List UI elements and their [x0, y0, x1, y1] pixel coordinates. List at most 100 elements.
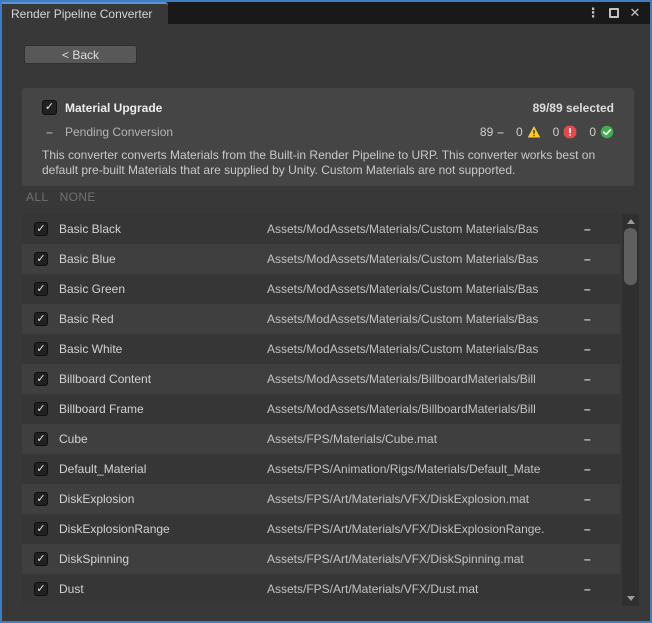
material-path: Assets/FPS/Animation/Rigs/Materials/Defa…: [267, 462, 580, 476]
table-row[interactable]: ✓ Basic Green Assets/ModAssets/Materials…: [22, 274, 620, 304]
checkmark-icon: ✓: [45, 102, 54, 113]
material-name: Basic White: [59, 342, 267, 356]
row-status-dash-icon: –: [580, 552, 610, 566]
table-row[interactable]: ✓ Basic Black Assets/ModAssets/Materials…: [22, 214, 620, 244]
converter-card: ✓ Material Upgrade 89/89 selected – Pend…: [22, 88, 634, 186]
row-status-dash-icon: –: [580, 582, 610, 596]
materials-list: ✓ Basic Black Assets/ModAssets/Materials…: [22, 214, 620, 604]
error-count: 0: [553, 125, 560, 139]
row-checkbox[interactable]: ✓: [34, 252, 48, 266]
error-count-group: 0: [553, 125, 578, 139]
checkmark-icon: ✓: [36, 344, 45, 355]
row-status-dash-icon: –: [580, 432, 610, 446]
pending-dash-icon: –: [497, 125, 504, 139]
row-checkbox[interactable]: ✓: [34, 462, 48, 476]
select-all-button[interactable]: ALL: [26, 190, 49, 204]
table-row[interactable]: ✓ Default_Material Assets/FPS/Animation/…: [22, 454, 620, 484]
material-name: Billboard Content: [59, 372, 267, 386]
row-status-dash-icon: –: [580, 222, 610, 236]
converter-description: This converter converts Materials from t…: [42, 148, 614, 178]
success-icon: [600, 125, 614, 139]
checkmark-icon: ✓: [36, 464, 45, 475]
window-menu-icon[interactable]: ⋮: [586, 5, 600, 21]
pending-count: 89: [480, 125, 493, 139]
table-row[interactable]: ✓ Billboard Content Assets/ModAssets/Mat…: [22, 364, 620, 394]
scrollbar[interactable]: [622, 214, 639, 606]
pending-status: 89 – 0 0: [480, 125, 614, 139]
back-button[interactable]: < Back: [24, 45, 137, 64]
scroll-up-icon[interactable]: [627, 219, 635, 224]
table-row[interactable]: ✓ Billboard Frame Assets/ModAssets/Mater…: [22, 394, 620, 424]
window-content: < Back ✓ Material Upgrade 89/89 selected…: [2, 24, 650, 621]
material-name: Basic Red: [59, 312, 267, 326]
row-checkbox[interactable]: ✓: [34, 372, 48, 386]
table-row[interactable]: ✓ Cube Assets/FPS/Materials/Cube.mat –: [22, 424, 620, 454]
row-status-dash-icon: –: [580, 402, 610, 416]
table-row[interactable]: ✓ DiskExplosionRange Assets/FPS/Art/Mate…: [22, 514, 620, 544]
close-icon[interactable]: ✕: [628, 5, 642, 21]
material-name: Cube: [59, 432, 267, 446]
titlebar: Render Pipeline Converter ⋮ ✕: [2, 2, 650, 24]
scrollbar-thumb[interactable]: [624, 228, 637, 285]
row-status-dash-icon: –: [580, 462, 610, 476]
table-row[interactable]: ✓ Basic Blue Assets/ModAssets/Materials/…: [22, 244, 620, 274]
material-path: Assets/ModAssets/Materials/Custom Materi…: [267, 222, 580, 236]
converter-header-row: ✓ Material Upgrade 89/89 selected: [42, 97, 614, 118]
row-checkbox[interactable]: ✓: [34, 522, 48, 536]
material-name: Dust: [59, 582, 267, 596]
material-name: Basic Blue: [59, 252, 267, 266]
material-name: Billboard Frame: [59, 402, 267, 416]
row-status-dash-icon: –: [580, 282, 610, 296]
checkmark-icon: ✓: [36, 404, 45, 415]
tab-render-pipeline-converter[interactable]: Render Pipeline Converter: [2, 2, 168, 24]
row-checkbox[interactable]: ✓: [34, 492, 48, 506]
list-selection-header: ALL NONE: [26, 190, 96, 204]
checkmark-icon: ✓: [36, 434, 45, 445]
checkmark-icon: ✓: [36, 374, 45, 385]
checkmark-icon: ✓: [36, 284, 45, 295]
converter-title: Material Upgrade: [65, 101, 162, 115]
material-name: Default_Material: [59, 462, 267, 476]
material-path: Assets/ModAssets/Materials/BillboardMate…: [267, 402, 580, 416]
material-upgrade-checkbox[interactable]: ✓: [42, 100, 57, 115]
material-name: DiskExplosion: [59, 492, 267, 506]
window-controls: ⋮ ✕: [586, 2, 650, 24]
row-checkbox[interactable]: ✓: [34, 312, 48, 326]
checkmark-icon: ✓: [36, 584, 45, 595]
select-none-button[interactable]: NONE: [60, 190, 96, 204]
scroll-down-icon[interactable]: [627, 596, 635, 601]
row-checkbox[interactable]: ✓: [34, 342, 48, 356]
maximize-box-icon: [609, 8, 619, 18]
checkmark-icon: ✓: [36, 314, 45, 325]
success-count-group: 0: [589, 125, 614, 139]
table-row[interactable]: ✓ DiskExplosion Assets/FPS/Art/Materials…: [22, 484, 620, 514]
row-checkbox[interactable]: ✓: [34, 402, 48, 416]
table-row[interactable]: ✓ Dust Assets/FPS/Art/Materials/VFX/Dust…: [22, 574, 620, 604]
material-path: Assets/FPS/Art/Materials/VFX/DiskExplosi…: [267, 492, 580, 506]
checkmark-icon: ✓: [36, 554, 45, 565]
maximize-icon[interactable]: [607, 5, 621, 21]
row-status-dash-icon: –: [580, 492, 610, 506]
table-row[interactable]: ✓ Basic White Assets/ModAssets/Materials…: [22, 334, 620, 364]
pending-count-group: 89 –: [480, 125, 504, 139]
row-checkbox[interactable]: ✓: [34, 282, 48, 296]
row-checkbox[interactable]: ✓: [34, 552, 48, 566]
error-icon: [563, 125, 577, 139]
row-status-dash-icon: –: [580, 372, 610, 386]
warning-count-group: 0: [516, 125, 541, 139]
checkmark-icon: ✓: [36, 524, 45, 535]
row-status-dash-icon: –: [580, 522, 610, 536]
collapse-dash-icon[interactable]: –: [42, 125, 57, 139]
row-checkbox[interactable]: ✓: [34, 432, 48, 446]
row-status-dash-icon: –: [580, 342, 610, 356]
material-path: Assets/ModAssets/Materials/Custom Materi…: [267, 252, 580, 266]
material-name: Basic Black: [59, 222, 267, 236]
table-row[interactable]: ✓ Basic Red Assets/ModAssets/Materials/C…: [22, 304, 620, 334]
row-checkbox[interactable]: ✓: [34, 582, 48, 596]
render-pipeline-converter-window: Render Pipeline Converter ⋮ ✕ < Back ✓ M…: [0, 0, 652, 623]
material-path: Assets/ModAssets/Materials/Custom Materi…: [267, 312, 580, 326]
selected-count: 89/89 selected: [533, 101, 614, 115]
window-title: Render Pipeline Converter: [11, 7, 152, 21]
table-row[interactable]: ✓ DiskSpinning Assets/FPS/Art/Materials/…: [22, 544, 620, 574]
row-checkbox[interactable]: ✓: [34, 222, 48, 236]
